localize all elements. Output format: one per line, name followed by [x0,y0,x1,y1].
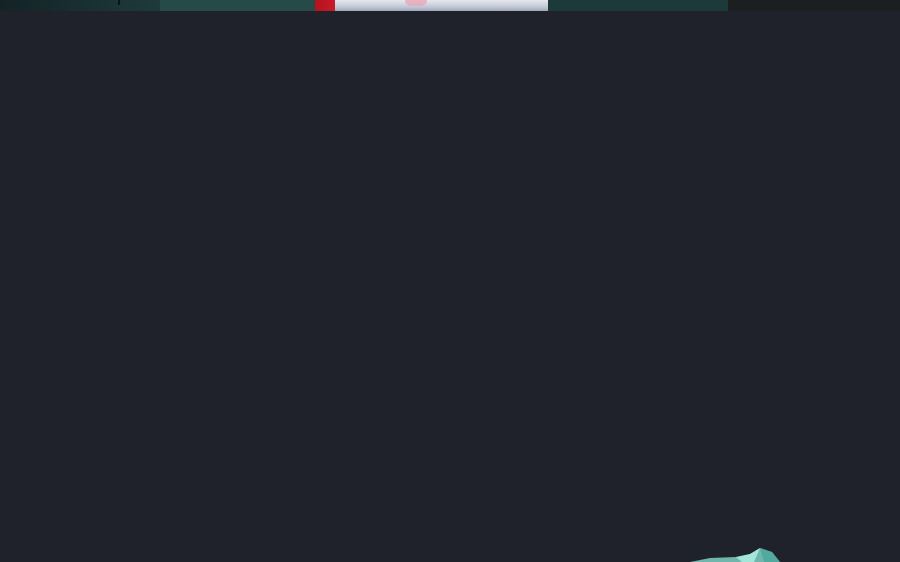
image-tile-teal [160,0,315,11]
image-tile-dark [0,0,160,11]
image-detail [405,0,427,6]
app-window [0,0,900,562]
image-tile-teal-dark [548,0,728,11]
divider-mark [118,0,120,5]
image-strip [0,0,900,11]
image-tile-light [335,0,548,11]
image-tile-red-edge [315,0,335,11]
image-tile-end [728,0,900,11]
crystal-shape-icon [690,548,780,562]
